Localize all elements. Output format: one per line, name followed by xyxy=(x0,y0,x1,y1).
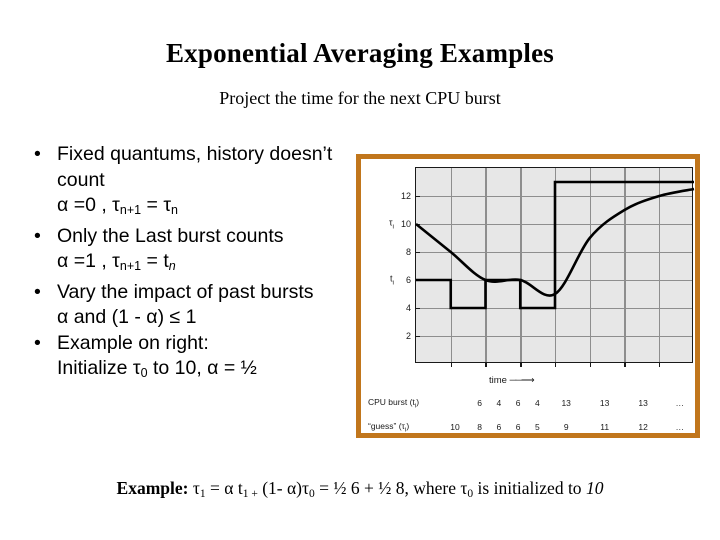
example-italic-value: 10 xyxy=(585,478,604,498)
formula-part-a: α =1 , τ xyxy=(57,250,120,272)
figure-inner: 2 4 6 8 10 12 τi ti time ──⟶ CPU burst (… xyxy=(361,159,695,433)
figure-data-table: CPU burst (ti) 6 4 6 4 13 13 13 … “guess… xyxy=(367,391,697,439)
example-part-1: τ xyxy=(188,478,200,498)
list-item: • Vary the impact of past bursts xyxy=(28,280,353,306)
list-item-label: Fixed quantums, history doesn’t count xyxy=(57,143,333,191)
list-item-label: Vary the impact of past bursts xyxy=(57,280,314,303)
formula-sub-1: 0 xyxy=(140,366,148,380)
data-table: CPU burst (ti) 6 4 6 4 13 13 13 … “guess… xyxy=(367,391,697,439)
bullet-dot-icon: • xyxy=(34,143,41,165)
table-cell: 5 xyxy=(534,422,540,432)
axis-tick-label-y: 4 xyxy=(406,303,421,313)
table-row: CPU burst (ti) 6 4 6 4 13 13 13 … xyxy=(367,391,697,415)
axis-label-t-i: ti xyxy=(390,274,394,287)
series-cpu-burst-step xyxy=(416,180,694,310)
table-cell: 11 xyxy=(600,422,610,432)
example-part-2: = α t xyxy=(205,478,243,498)
row-label-text: CPU burst (t xyxy=(368,396,415,407)
table-cell: … xyxy=(675,422,684,432)
table-cell: … xyxy=(675,398,684,408)
bullet-list: • Fixed quantums, history doesn’t count … xyxy=(28,142,353,387)
chart-plot-area: 2 4 6 8 10 12 τi ti xyxy=(389,167,695,367)
table-cell: 4 xyxy=(534,398,540,408)
table-row-label: CPU burst (ti) xyxy=(367,391,440,415)
table-row: “guess” (τi) 10 8 6 6 5 9 11 12 … xyxy=(367,415,697,439)
page-subtitle: Project the time for the next CPU burst xyxy=(219,88,501,108)
example-part-3: (1- α)τ xyxy=(257,478,310,498)
formula-sub-2: n xyxy=(168,259,176,273)
example-sub-2: 1 + xyxy=(242,488,258,500)
slide-root: Exponential Averaging Examples Project t… xyxy=(0,0,720,540)
axis-tick-label-y: 12 xyxy=(401,191,421,201)
table-cell: 13 xyxy=(599,398,610,408)
formula-part-b: = t xyxy=(141,250,169,272)
figure-frame: 2 4 6 8 10 12 τi ti time ──⟶ CPU burst (… xyxy=(356,154,700,438)
formula-part-b: = τ xyxy=(141,194,172,216)
row-label-close: ) xyxy=(406,420,410,431)
axis-tick-label-y: 10 xyxy=(401,219,421,229)
axis-label-tau-i: τi xyxy=(389,218,394,231)
formula-alpha-range: α and (1 - α) ≤ 1 xyxy=(28,305,353,331)
list-item-label: Only the Last burst counts xyxy=(57,224,284,247)
formula-part-b: to 10, α = ½ xyxy=(147,357,257,379)
table-cell: 6 xyxy=(496,422,502,432)
list-item: • Only the Last burst counts xyxy=(28,224,353,250)
table-cell: 4 xyxy=(496,398,502,408)
formula-initialize: Initialize τ0 to 10, α = ½ xyxy=(28,356,353,387)
example-part-4: = ½ 6 + ½ 8, where τ xyxy=(314,478,468,498)
axis-tick-label-y: 8 xyxy=(406,247,421,257)
formula-sub-1: n+1 xyxy=(119,203,142,217)
axis-tick-label-y: 6 xyxy=(406,275,421,285)
arrow-right-icon: ──⟶ xyxy=(509,375,535,386)
bullet-dot-icon: • xyxy=(34,280,41,303)
formula-part-a: α and (1 - α) ≤ 1 xyxy=(57,306,197,328)
table-cell: 12 xyxy=(638,422,648,432)
list-item-label: Example on right: xyxy=(57,331,209,354)
table-cell: 9 xyxy=(563,422,569,432)
axis-label-time-text: time xyxy=(489,375,507,386)
chart-series-layer xyxy=(415,180,695,310)
row-label-text: “guess” (τ xyxy=(368,420,405,431)
formula-sub-1: n+1 xyxy=(119,259,142,273)
formula-alpha-one: α =1 , τn+1 = tn xyxy=(28,249,353,280)
row-label-close: ) xyxy=(416,396,420,407)
table-cell xyxy=(440,391,470,415)
formula-alpha-zero: α =0 , τn+1 = τn xyxy=(28,193,353,224)
formula-sub-2: n xyxy=(171,203,178,217)
bullet-dot-icon: • xyxy=(34,331,41,354)
formula-part-a: Initialize τ xyxy=(57,357,141,379)
list-item: • Example on right: xyxy=(28,331,353,357)
table-cell: 6 xyxy=(515,422,521,432)
axis-tick-label-y: 2 xyxy=(406,331,421,341)
example-lead-label: Example: xyxy=(116,478,189,498)
table-cell: 13 xyxy=(561,398,571,408)
example-line: Example: τ1 = α t1 + (1- α)τ0 = ½ 6 + ½ … xyxy=(0,478,720,500)
table-cell: 10 xyxy=(450,422,460,432)
table-cell: 8 xyxy=(477,422,482,432)
table-cell: 6 xyxy=(515,398,521,408)
page-title: Exponential Averaging Examples xyxy=(165,38,555,68)
list-item: • Fixed quantums, history doesn’t count xyxy=(28,142,353,193)
table-row-label: “guess” (τi) xyxy=(367,415,440,439)
table-cell: 6 xyxy=(477,398,482,408)
bullet-dot-icon: • xyxy=(34,224,41,247)
table-cell: 13 xyxy=(638,398,648,408)
axis-label-tau-sub: i xyxy=(392,223,394,231)
axis-label-time: time ──⟶ xyxy=(489,375,535,386)
example-part-5: is initialized to xyxy=(473,478,586,498)
axis-label-t-sub: i xyxy=(392,279,394,287)
formula-part-a: α =0 , τ xyxy=(57,194,120,216)
